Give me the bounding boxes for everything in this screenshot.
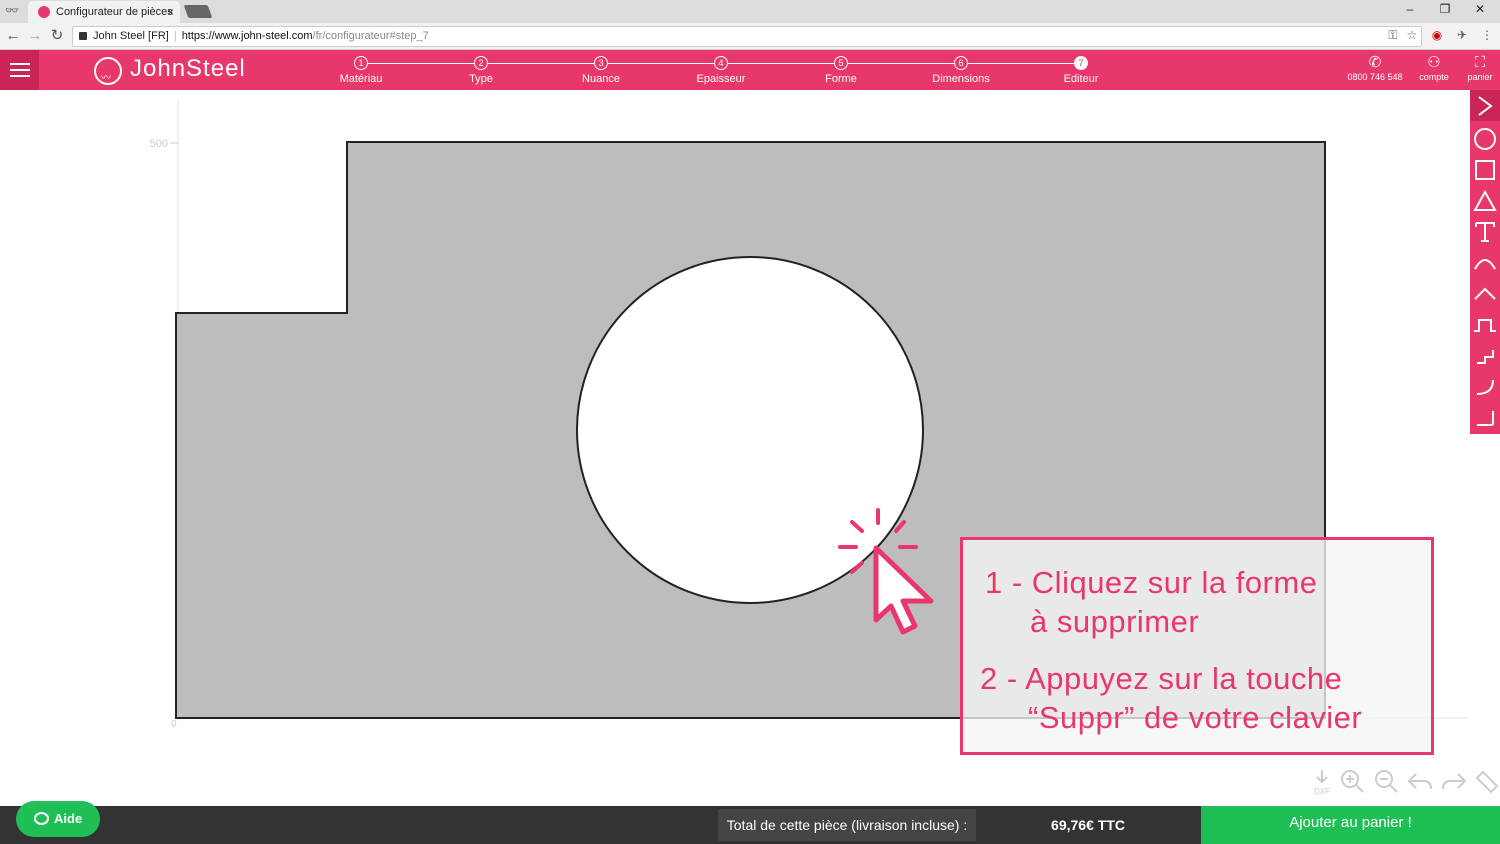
help-label: Aide (54, 811, 83, 826)
ruler-icon[interactable] (1472, 768, 1500, 798)
help-button[interactable]: Aide (16, 801, 100, 837)
square-icon[interactable] (1470, 154, 1500, 185)
phone-number: 0800 746 548 (1347, 72, 1403, 82)
configurator-steps: 1 Matériau 2 Type 3 Nuance 4 Epaisseur 5 Form… (0, 50, 1500, 90)
step-materiau[interactable]: 1 Matériau (321, 56, 401, 85)
instruction-step-1: 1 - Cliquez sur la forme (985, 565, 1318, 600)
favicon-icon (38, 6, 50, 18)
back-icon[interactable]: ← (4, 27, 22, 45)
arc-icon[interactable] (1470, 247, 1500, 278)
svg-text:DXF: DXF (1314, 787, 1330, 796)
step-dimensions[interactable]: 6 Dimensions (921, 56, 1001, 85)
minimize-button[interactable]: – (1400, 2, 1420, 16)
circle-icon[interactable] (1470, 123, 1500, 154)
new-tab-button[interactable] (183, 5, 213, 18)
circle-cutout-shape[interactable] (576, 256, 924, 604)
cart-label: panier (1467, 72, 1493, 82)
zoom-out-icon[interactable] (1372, 768, 1400, 798)
cart-icon: ⛶ (1474, 54, 1486, 71)
step-forme[interactable]: 5 Forme (801, 56, 881, 85)
zoom-in-icon[interactable] (1338, 768, 1366, 798)
close-window-button[interactable]: ✕ (1470, 2, 1490, 16)
chamfer-peak-icon[interactable] (1470, 278, 1500, 309)
corner-icon[interactable] (1470, 402, 1500, 433)
url-scheme: https:// (181, 30, 215, 42)
step-corner-icon[interactable] (1470, 340, 1500, 371)
origin-label: 0 (171, 719, 177, 730)
browser-menu-icon[interactable]: ⋮ (1478, 28, 1496, 42)
step-type[interactable]: 2 Type (441, 56, 521, 85)
extension-ublock-icon[interactable]: ◉ (1428, 28, 1446, 42)
download-dxf-icon[interactable]: DXF (1308, 768, 1336, 798)
lock-icon (79, 32, 87, 40)
cart-link[interactable]: ⛶ panier (1462, 54, 1498, 82)
user-icon: ⚇ (1427, 54, 1441, 71)
phone-link[interactable]: ✆ 0800 746 548 (1345, 54, 1405, 82)
instruction-step-2-cont: “Suppr” de votre clavier (1028, 700, 1363, 735)
redo-icon[interactable] (1440, 768, 1468, 798)
incognito-icon: 👓 (5, 5, 19, 17)
step-epaisseur[interactable]: 4 Epaisseur (681, 56, 761, 85)
browser-tab[interactable]: Configurateur de pièces × (28, 1, 180, 23)
extension-icon[interactable]: ✈ (1453, 28, 1471, 42)
url-separator: | (173, 30, 177, 42)
footer-bar: Aide Total de cette pièce (livraison inc… (0, 801, 1500, 844)
url-path: /fr/configurateur#step_7 (312, 30, 429, 42)
chat-bubble-icon (34, 812, 49, 825)
key-icon[interactable]: ⚿ (1384, 28, 1402, 43)
maximize-button[interactable]: ❐ (1435, 2, 1455, 16)
screen: 👓 Configurateur de pièces × – ❐ ✕ ← → ↻ … (0, 0, 1500, 844)
forward-icon[interactable]: → (26, 27, 44, 45)
notch-icon[interactable] (1470, 309, 1500, 340)
browser-tabstrip: 👓 Configurateur de pièces × – ❐ ✕ (0, 0, 1500, 23)
text-icon[interactable] (1470, 216, 1500, 247)
y-tick-label-500: 500 (150, 138, 168, 150)
total-label: Total de cette pièce (livraison incluse)… (718, 809, 976, 841)
step-nuance[interactable]: 3 Nuance (561, 56, 641, 85)
total-price: 69,76€ TTC (1051, 817, 1125, 833)
bookmark-star-icon[interactable]: ☆ (1403, 28, 1421, 42)
tab-title: Configurateur de pièces (56, 6, 173, 18)
instruction-step-2: 2 - Appuyez sur la touche (980, 661, 1343, 696)
shape-toolbar (1470, 90, 1500, 434)
address-bar[interactable]: John Steel [FR] | https://www.john-steel.c… (72, 26, 1422, 47)
site-header: 〰 JohnSteel 1 Matériau 2 Type 3 Nuance 4 Epa… (0, 50, 1500, 90)
browser-toolbar: ← → ↻ John Steel [FR] | https://www.john-s… (0, 23, 1500, 50)
rounded-corner-icon[interactable] (1470, 371, 1500, 402)
account-label: compte (1419, 72, 1449, 82)
instructions-box: 1 - Cliquez sur la forme à supprimer 2 -… (960, 537, 1434, 755)
phone-icon: ✆ (1368, 54, 1382, 71)
undo-icon[interactable] (1406, 768, 1434, 798)
account-link[interactable]: ⚇ compte (1414, 54, 1454, 82)
instruction-step-1-cont: à supprimer (1030, 604, 1200, 639)
tab-close-icon[interactable]: × (167, 1, 174, 23)
chevron-right-icon[interactable] (1470, 90, 1500, 121)
reload-icon[interactable]: ↻ (48, 27, 66, 45)
step-editeur[interactable]: 7 Editeur (1041, 56, 1121, 85)
add-to-cart-button[interactable]: Ajouter au panier ! (1201, 806, 1500, 844)
url-host: www.john-steel.com (214, 30, 313, 42)
site-identity: John Steel [FR] (93, 30, 169, 42)
triangle-icon[interactable] (1470, 185, 1500, 216)
